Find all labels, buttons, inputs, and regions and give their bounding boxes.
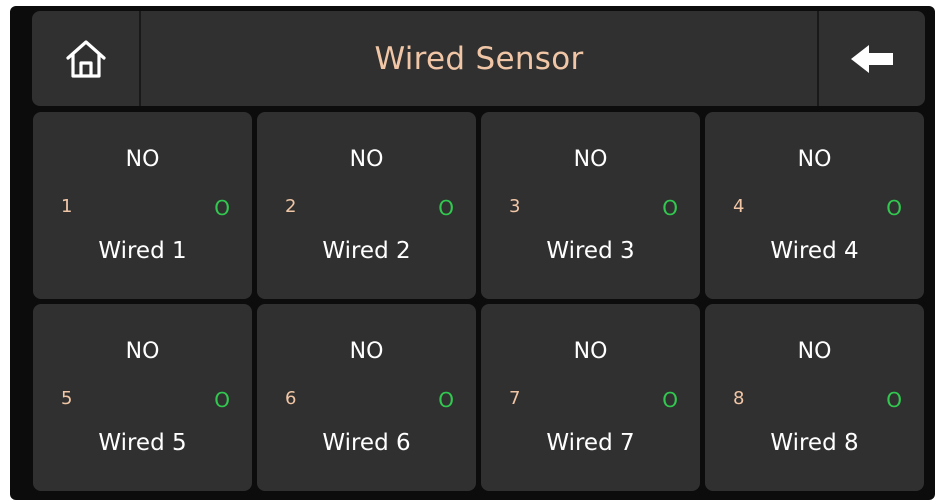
sensor-state: NO [125, 339, 160, 364]
status-indicator: O [886, 196, 902, 220]
sensor-tile-5[interactable]: NO 5 O Wired 5 [33, 304, 252, 491]
page-title: Wired Sensor [374, 40, 584, 77]
sensor-number: 8 [733, 388, 745, 409]
sensor-name: Wired 2 [322, 238, 411, 264]
sensor-number: 7 [509, 388, 521, 409]
sensor-grid: NO 1 O Wired 1 NO 2 O Wired 2 NO 3 O Wir… [33, 112, 926, 494]
sensor-number: 3 [509, 196, 521, 217]
status-indicator: O [886, 388, 902, 412]
sensor-name: Wired 6 [322, 430, 411, 456]
sensor-name: Wired 3 [546, 238, 635, 264]
sensor-state: NO [349, 147, 384, 172]
sensor-name: Wired 5 [98, 430, 187, 456]
sensor-tile-7[interactable]: NO 7 O Wired 7 [481, 304, 700, 491]
sensor-number: 1 [61, 196, 73, 217]
sensor-state: NO [125, 147, 160, 172]
status-indicator: O [662, 388, 678, 412]
sensor-name: Wired 4 [770, 238, 859, 264]
sensor-number: 4 [733, 196, 745, 217]
sensor-number: 2 [285, 196, 297, 217]
status-indicator: O [214, 388, 230, 412]
status-indicator: O [214, 196, 230, 220]
sensor-number: 6 [285, 388, 297, 409]
sensor-name: Wired 8 [770, 430, 859, 456]
back-button[interactable] [817, 11, 925, 106]
header-bar: Wired Sensor [32, 11, 925, 106]
sensor-tile-1[interactable]: NO 1 O Wired 1 [33, 112, 252, 299]
sensor-state: NO [349, 339, 384, 364]
home-icon [65, 39, 106, 78]
status-indicator: O [662, 196, 678, 220]
sensor-state: NO [797, 147, 832, 172]
sensor-number: 5 [61, 388, 73, 409]
sensor-name: Wired 7 [546, 430, 635, 456]
sensor-name: Wired 1 [98, 238, 187, 264]
arrow-left-icon [851, 44, 893, 73]
sensor-tile-3[interactable]: NO 3 O Wired 3 [481, 112, 700, 299]
sensor-state: NO [573, 147, 608, 172]
sensor-tile-2[interactable]: NO 2 O Wired 2 [257, 112, 476, 299]
screen: Wired Sensor NO 1 O Wired 1 NO 2 O Wired… [10, 6, 935, 500]
sensor-state: NO [797, 339, 832, 364]
status-indicator: O [438, 388, 454, 412]
sensor-tile-4[interactable]: NO 4 O Wired 4 [705, 112, 924, 299]
sensor-tile-8[interactable]: NO 8 O Wired 8 [705, 304, 924, 491]
status-indicator: O [438, 196, 454, 220]
home-button[interactable] [32, 11, 141, 106]
sensor-tile-6[interactable]: NO 6 O Wired 6 [257, 304, 476, 491]
sensor-state: NO [573, 339, 608, 364]
